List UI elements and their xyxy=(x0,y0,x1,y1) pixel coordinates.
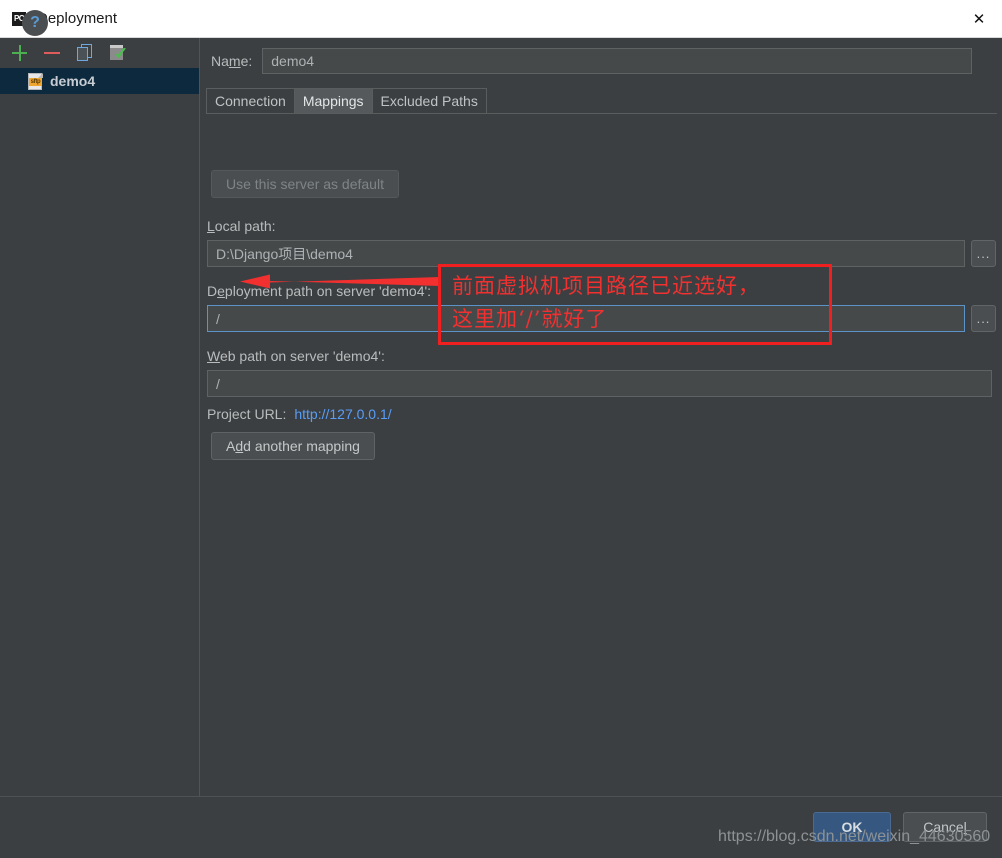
add-another-mapping-button[interactable]: Add another mapping xyxy=(211,432,375,460)
sidebar-item-demo4[interactable]: sftp demo4 xyxy=(0,68,199,94)
sftp-badge-label: sftp xyxy=(29,77,42,86)
web-path-label: Web path on server 'demo4': xyxy=(207,348,385,364)
close-icon[interactable]: ✕ xyxy=(956,0,1002,37)
project-url-link[interactable]: http://127.0.0.1/ xyxy=(294,406,391,422)
settings-tabs: Connection Mappings Excluded Paths xyxy=(206,88,997,114)
copy-icon[interactable] xyxy=(75,43,95,63)
deployment-path-input[interactable] xyxy=(207,305,965,332)
window-titlebar: Deployment ✕ xyxy=(0,0,1002,38)
name-input[interactable] xyxy=(262,48,973,74)
deployment-path-browse-button[interactable]: ... xyxy=(971,305,996,332)
cancel-button[interactable]: Cance l xyxy=(903,812,987,842)
question-mark-icon[interactable]: ? xyxy=(22,10,48,36)
use-this-server-as-default-button[interactable]: Use this server as default xyxy=(211,170,399,198)
name-label: Name: xyxy=(211,53,253,69)
checklist-check-icon[interactable]: ✓ xyxy=(108,43,128,63)
local-path-label: Local path: xyxy=(207,218,276,234)
tab-connection[interactable]: Connection xyxy=(206,88,295,113)
deployment-settings-panel: Name: Connection Mappings Excluded Paths… xyxy=(201,38,1002,796)
name-row: Name: xyxy=(211,48,973,74)
server-list-toolbar: ✓ xyxy=(0,38,199,68)
window-title: Deployment xyxy=(37,10,118,27)
local-path-input[interactable] xyxy=(207,240,965,267)
sftp-file-icon: sftp xyxy=(28,72,43,90)
local-path-browse-button[interactable]: ... xyxy=(971,240,996,267)
project-url-row: Project URL: http://127.0.0.1/ xyxy=(207,406,392,422)
plus-icon[interactable] xyxy=(9,43,29,63)
ellipsis-icon: ... xyxy=(976,246,991,261)
sidebar-item-label: demo4 xyxy=(50,73,96,89)
minus-icon[interactable] xyxy=(42,43,62,63)
mappings-tab-content: Use this server as default Local path: .… xyxy=(201,114,1002,796)
ellipsis-icon: ... xyxy=(976,311,991,326)
deployment-path-label: Deployment path on server 'demo4': xyxy=(207,283,432,299)
project-url-label: Project URL: xyxy=(207,406,287,422)
server-list-panel: ✓ sftp demo4 xyxy=(0,38,200,796)
tab-excluded-paths[interactable]: Excluded Paths xyxy=(371,88,487,113)
tab-mappings[interactable]: Mappings xyxy=(293,88,373,113)
ok-button[interactable]: OK xyxy=(813,812,891,842)
web-path-input[interactable] xyxy=(207,370,992,397)
